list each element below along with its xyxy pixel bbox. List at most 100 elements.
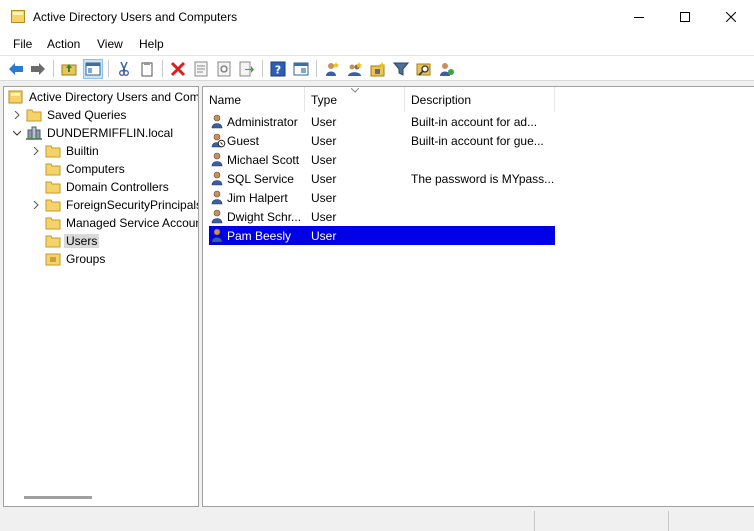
cell-type: User xyxy=(311,191,337,205)
folder-icon xyxy=(45,199,61,212)
tree-item-domain-controllers[interactable]: Domain Controllers xyxy=(45,178,171,196)
user-icon xyxy=(211,152,223,167)
tree-item-domain[interactable]: DUNDERMIFFLIN.local xyxy=(26,124,175,142)
cell-name: Pam Beesly xyxy=(227,229,292,243)
title-bar[interactable]: Active Directory Users and Computers xyxy=(0,0,754,34)
menu-view[interactable]: View xyxy=(97,37,123,51)
find-icon xyxy=(416,63,431,76)
table-row[interactable]: SQL Service User The password is MYpass.… xyxy=(209,169,555,188)
toolbar-separator xyxy=(108,60,109,77)
user-icon xyxy=(211,171,223,186)
tree-item-groups[interactable]: Groups xyxy=(45,250,107,268)
tree-item-label: Saved Queries xyxy=(47,108,127,122)
add-to-group-button[interactable] xyxy=(437,59,457,79)
new-user-icon xyxy=(326,62,339,76)
menu-help[interactable]: Help xyxy=(139,37,164,51)
close-button[interactable] xyxy=(708,0,754,34)
chevron-right-icon[interactable] xyxy=(12,110,22,120)
console-tree-icon xyxy=(85,62,101,76)
copy-icon xyxy=(141,62,153,77)
tree-item-root[interactable]: Active Directory Users and Computers xyxy=(8,88,199,106)
details-view-button[interactable] xyxy=(291,59,311,79)
back-button[interactable] xyxy=(6,59,26,79)
up-folder-icon xyxy=(61,64,77,76)
tree-item-saved-queries[interactable]: Saved Queries xyxy=(26,106,128,124)
console-tree[interactable]: Active Directory Users and Computers Sav… xyxy=(3,86,199,507)
chevron-down-icon[interactable] xyxy=(12,128,22,138)
folder-icon xyxy=(45,181,61,194)
tree-item-computers[interactable]: Computers xyxy=(45,160,127,178)
cell-name: Michael Scott xyxy=(227,153,300,167)
table-row[interactable]: Administrator User Built-in account for … xyxy=(209,112,555,131)
toolbar-separator xyxy=(262,60,263,77)
toolbar: ? xyxy=(0,55,754,81)
minimize-icon xyxy=(634,17,644,18)
cell-name: SQL Service xyxy=(227,172,294,186)
new-group-button[interactable] xyxy=(345,59,365,79)
export-list-button[interactable] xyxy=(237,59,257,79)
domain-icon xyxy=(26,126,42,140)
filter-icon xyxy=(393,62,409,76)
cut-icon xyxy=(119,61,129,76)
table-row[interactable]: Michael Scott User xyxy=(209,150,555,169)
table-row[interactable]: Jim Halpert User xyxy=(209,188,555,207)
tree-item-label: ForeignSecurityPrincipals xyxy=(66,198,199,212)
table-row-selected[interactable]: Pam Beesly User xyxy=(209,226,555,245)
folder-icon xyxy=(45,217,61,230)
tree-item-label: Active Directory Users and Computers xyxy=(29,90,199,104)
delete-icon xyxy=(170,61,186,77)
menu-file[interactable]: File xyxy=(13,37,32,51)
maximize-button[interactable] xyxy=(662,0,708,34)
svg-text:?: ? xyxy=(275,64,281,77)
help-button[interactable]: ? xyxy=(268,59,288,79)
forward-arrow-icon xyxy=(31,63,45,75)
table-row[interactable]: Dwight Schr... User xyxy=(209,207,555,226)
delete-button[interactable] xyxy=(168,59,188,79)
cut-button[interactable] xyxy=(114,59,134,79)
column-header-name[interactable]: Name xyxy=(203,87,305,112)
show-console-tree-button[interactable] xyxy=(83,59,103,79)
properties-button[interactable] xyxy=(191,59,211,79)
add-to-group-icon xyxy=(440,63,454,76)
app-window: Active Directory Users and Computers Fil… xyxy=(0,0,754,531)
filter-button[interactable] xyxy=(391,59,411,79)
details-list[interactable]: Name Type Description Administrator User… xyxy=(202,86,754,507)
tree-item-managed-service-accounts[interactable]: Managed Service Accounts xyxy=(45,214,199,232)
tree-item-label: Managed Service Accounts xyxy=(66,216,199,230)
refresh-button[interactable] xyxy=(214,59,234,79)
folder-icon xyxy=(11,10,25,23)
up-one-level-button[interactable] xyxy=(59,59,79,79)
chevron-right-icon[interactable] xyxy=(31,200,41,210)
new-ou-button[interactable] xyxy=(368,59,388,79)
details-view-icon xyxy=(293,62,309,76)
new-ou-icon xyxy=(370,62,385,77)
tree-item-builtin[interactable]: Builtin xyxy=(45,142,101,160)
ou-icon xyxy=(45,253,61,266)
back-arrow-icon xyxy=(9,63,23,75)
status-separator xyxy=(534,511,535,531)
cell-name: Jim Halpert xyxy=(227,191,288,205)
column-header-description[interactable]: Description xyxy=(405,87,555,112)
find-button[interactable] xyxy=(414,59,434,79)
user-disabled-icon xyxy=(211,133,226,148)
forward-button[interactable] xyxy=(28,59,48,79)
horizontal-scrollbar-thumb[interactable] xyxy=(24,496,92,499)
cell-name: Dwight Schr... xyxy=(227,210,302,224)
menu-action[interactable]: Action xyxy=(47,37,80,51)
cell-description: Built-in account for ad... xyxy=(411,115,538,129)
sort-chevron-icon xyxy=(351,88,359,93)
table-row[interactable]: Guest User Built-in account for gue... xyxy=(209,131,555,150)
tree-item-users[interactable]: Users xyxy=(45,232,100,250)
tree-item-label: Builtin xyxy=(66,144,99,158)
user-icon xyxy=(211,209,223,224)
copy-button[interactable] xyxy=(137,59,157,79)
folder-icon xyxy=(26,109,42,122)
cell-type: User xyxy=(311,229,337,243)
chevron-right-icon[interactable] xyxy=(31,146,41,156)
refresh-icon xyxy=(217,61,231,77)
cell-type: User xyxy=(311,172,337,186)
maximize-icon xyxy=(680,12,690,22)
new-user-button[interactable] xyxy=(322,59,342,79)
minimize-button[interactable] xyxy=(616,0,662,34)
tree-item-foreign-security-principals[interactable]: ForeignSecurityPrincipals xyxy=(45,196,199,214)
